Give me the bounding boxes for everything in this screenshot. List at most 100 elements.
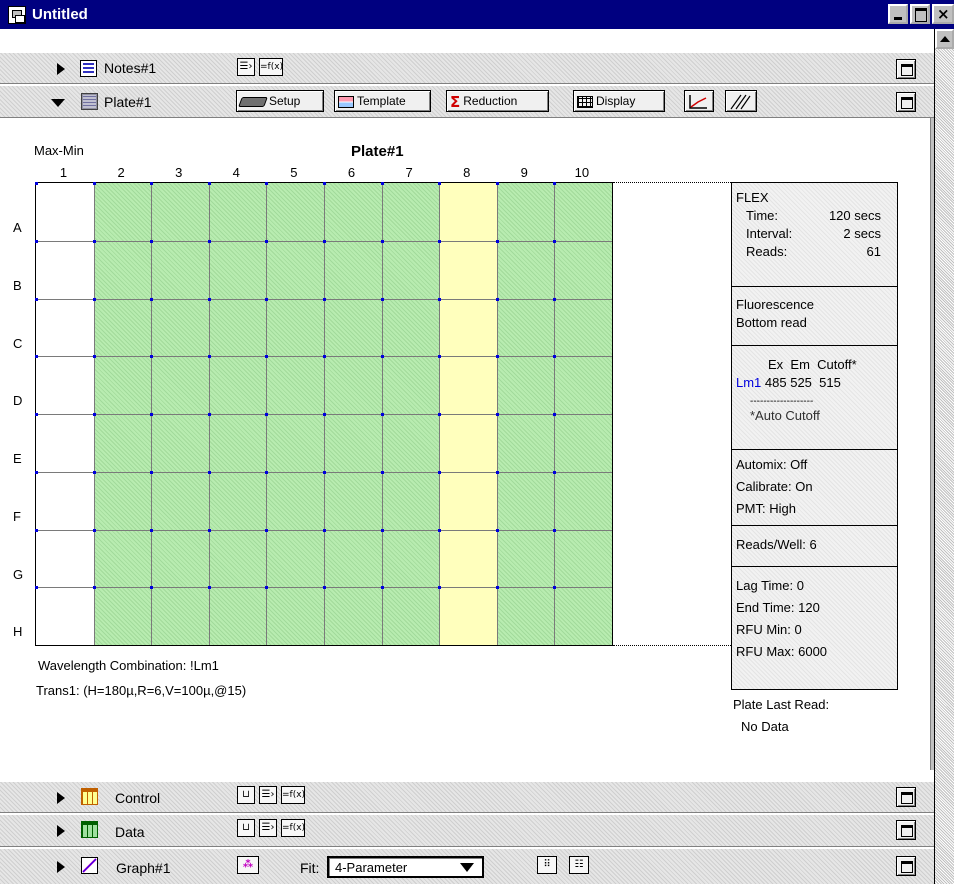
template-button[interactable]: Template <box>334 90 431 112</box>
graph-section-row: Graph#1 ⁂ Fit: 4-Parameter ⠿ ☷ <box>0 848 934 884</box>
data-label[interactable]: Data <box>115 824 145 840</box>
plate-maximize-button[interactable] <box>896 92 916 112</box>
end-time: End Time: 120 <box>736 600 820 615</box>
well-marker <box>380 528 384 532</box>
notes-formula-button[interactable]: =f(x) <box>259 58 283 76</box>
notes-edit-icon[interactable]: ☰› <box>237 58 255 76</box>
well-marker <box>150 413 154 416</box>
well-marker <box>150 586 154 590</box>
data-transfer-icon[interactable]: ⊔ <box>237 819 255 837</box>
graph-table-icon[interactable]: ⠿ <box>537 856 557 874</box>
reads-value: 61 <box>866 244 881 259</box>
vertical-scrollbar[interactable] <box>934 29 954 884</box>
well-marker <box>92 470 96 474</box>
well-marker <box>495 413 499 416</box>
calibrate-setting: Calibrate: On <box>736 479 813 494</box>
column-label[interactable]: 10 <box>553 165 610 180</box>
control-formula-button[interactable]: =f(x) <box>281 786 305 804</box>
graph-view-button[interactable] <box>684 90 714 112</box>
control-transfer-icon[interactable]: ⊔ <box>237 786 255 804</box>
expand-triangle-icon[interactable] <box>57 63 65 75</box>
column-label[interactable]: 8 <box>438 165 495 180</box>
data-maximize-button[interactable] <box>896 820 916 840</box>
well-marker <box>323 528 326 532</box>
reads-row: Reads: 61 <box>736 243 897 261</box>
plate-section-label[interactable]: Plate#1 <box>104 94 151 110</box>
notes-maximize-button[interactable] <box>896 59 916 79</box>
display-button[interactable]: Display <box>573 90 665 112</box>
read-position: Bottom read <box>736 315 807 330</box>
graph-maximize-button[interactable] <box>896 856 916 876</box>
expand-triangle-icon[interactable] <box>57 825 65 837</box>
well-marker <box>35 528 38 532</box>
interval-key: Interval: <box>746 226 793 241</box>
hatch-view-button[interactable] <box>725 90 757 112</box>
data-edit-icon[interactable]: ☰› <box>259 819 277 837</box>
maximize-button[interactable] <box>910 4 930 24</box>
wavelength-header: Ex Em Cutoff* <box>768 357 857 372</box>
close-button[interactable]: × <box>932 4 954 24</box>
instrument-name: FLEX <box>736 190 769 205</box>
column-label[interactable]: 7 <box>381 165 438 180</box>
row-label[interactable]: B <box>13 278 25 293</box>
well-marker <box>265 239 269 243</box>
collapse-triangle-icon[interactable] <box>51 99 65 107</box>
well-marker <box>553 586 557 590</box>
options-section: Automix: Off Calibrate: On PMT: High <box>732 450 897 526</box>
well-marker <box>207 297 211 301</box>
notes-label[interactable]: Notes#1 <box>104 60 156 76</box>
control-label[interactable]: Control <box>115 790 160 806</box>
column-label[interactable]: 1 <box>35 165 92 180</box>
well-marker <box>495 470 499 474</box>
column-label[interactable]: 2 <box>93 165 150 180</box>
expand-triangle-icon[interactable] <box>57 792 65 804</box>
column-label[interactable]: 4 <box>208 165 265 180</box>
reads-well-section: Reads/Well: 6 <box>732 526 897 567</box>
plate-icon <box>81 93 98 110</box>
window-app-icon[interactable] <box>8 6 26 24</box>
time-key: Time: <box>746 208 779 223</box>
row-label[interactable]: G <box>13 567 25 582</box>
window-title-bar[interactable]: Untitled × <box>0 0 954 29</box>
display-label: Display <box>596 94 636 108</box>
well-marker <box>553 470 557 474</box>
well-marker <box>553 413 557 416</box>
minimize-button[interactable] <box>888 4 908 24</box>
column-label[interactable]: 9 <box>496 165 553 180</box>
column-label[interactable]: 6 <box>323 165 380 180</box>
row-label[interactable]: D <box>13 393 25 408</box>
control-edit-icon[interactable]: ☰› <box>259 786 277 804</box>
well-marker <box>553 297 557 301</box>
scroll-up-arrow-icon[interactable] <box>935 29 954 49</box>
setup-button[interactable]: Setup <box>236 90 324 112</box>
pmt-setting: PMT: High <box>736 501 796 516</box>
control-maximize-button[interactable] <box>896 787 916 807</box>
fit-dropdown[interactable]: 4-Parameter <box>327 856 484 878</box>
well-marker <box>207 413 211 416</box>
well-marker <box>323 182 326 185</box>
data-formula-button[interactable]: =f(x) <box>281 819 305 837</box>
row-label[interactable]: E <box>13 451 25 466</box>
row-label[interactable]: F <box>13 509 25 524</box>
well-marker <box>92 239 96 243</box>
row-label[interactable]: C <box>13 336 25 351</box>
column-label[interactable]: 3 <box>150 165 207 180</box>
row-label[interactable]: H <box>13 624 25 639</box>
well-marker <box>35 413 38 416</box>
graph-list-icon[interactable]: ☷ <box>569 856 589 874</box>
graph-curve-icon[interactable]: ⁂ <box>237 856 259 874</box>
reduction-button[interactable]: Σ Reduction <box>446 90 549 112</box>
well-grid[interactable] <box>35 182 613 646</box>
dropdown-arrow-icon <box>460 863 474 872</box>
row-label[interactable]: A <box>13 220 25 235</box>
well-marker <box>265 470 269 474</box>
column-label[interactable]: 5 <box>265 165 322 180</box>
well-marker <box>323 413 326 416</box>
close-icon: × <box>937 5 950 23</box>
wavelength-values: 485 525 515 <box>761 375 841 390</box>
well-marker <box>380 586 384 590</box>
expand-triangle-icon[interactable] <box>57 861 65 873</box>
well-marker <box>438 239 442 243</box>
instrument-settings-panel[interactable]: FLEX Time: 120 secs Interval: 2 secs Reads… <box>731 182 898 690</box>
graph-label[interactable]: Graph#1 <box>116 860 170 876</box>
